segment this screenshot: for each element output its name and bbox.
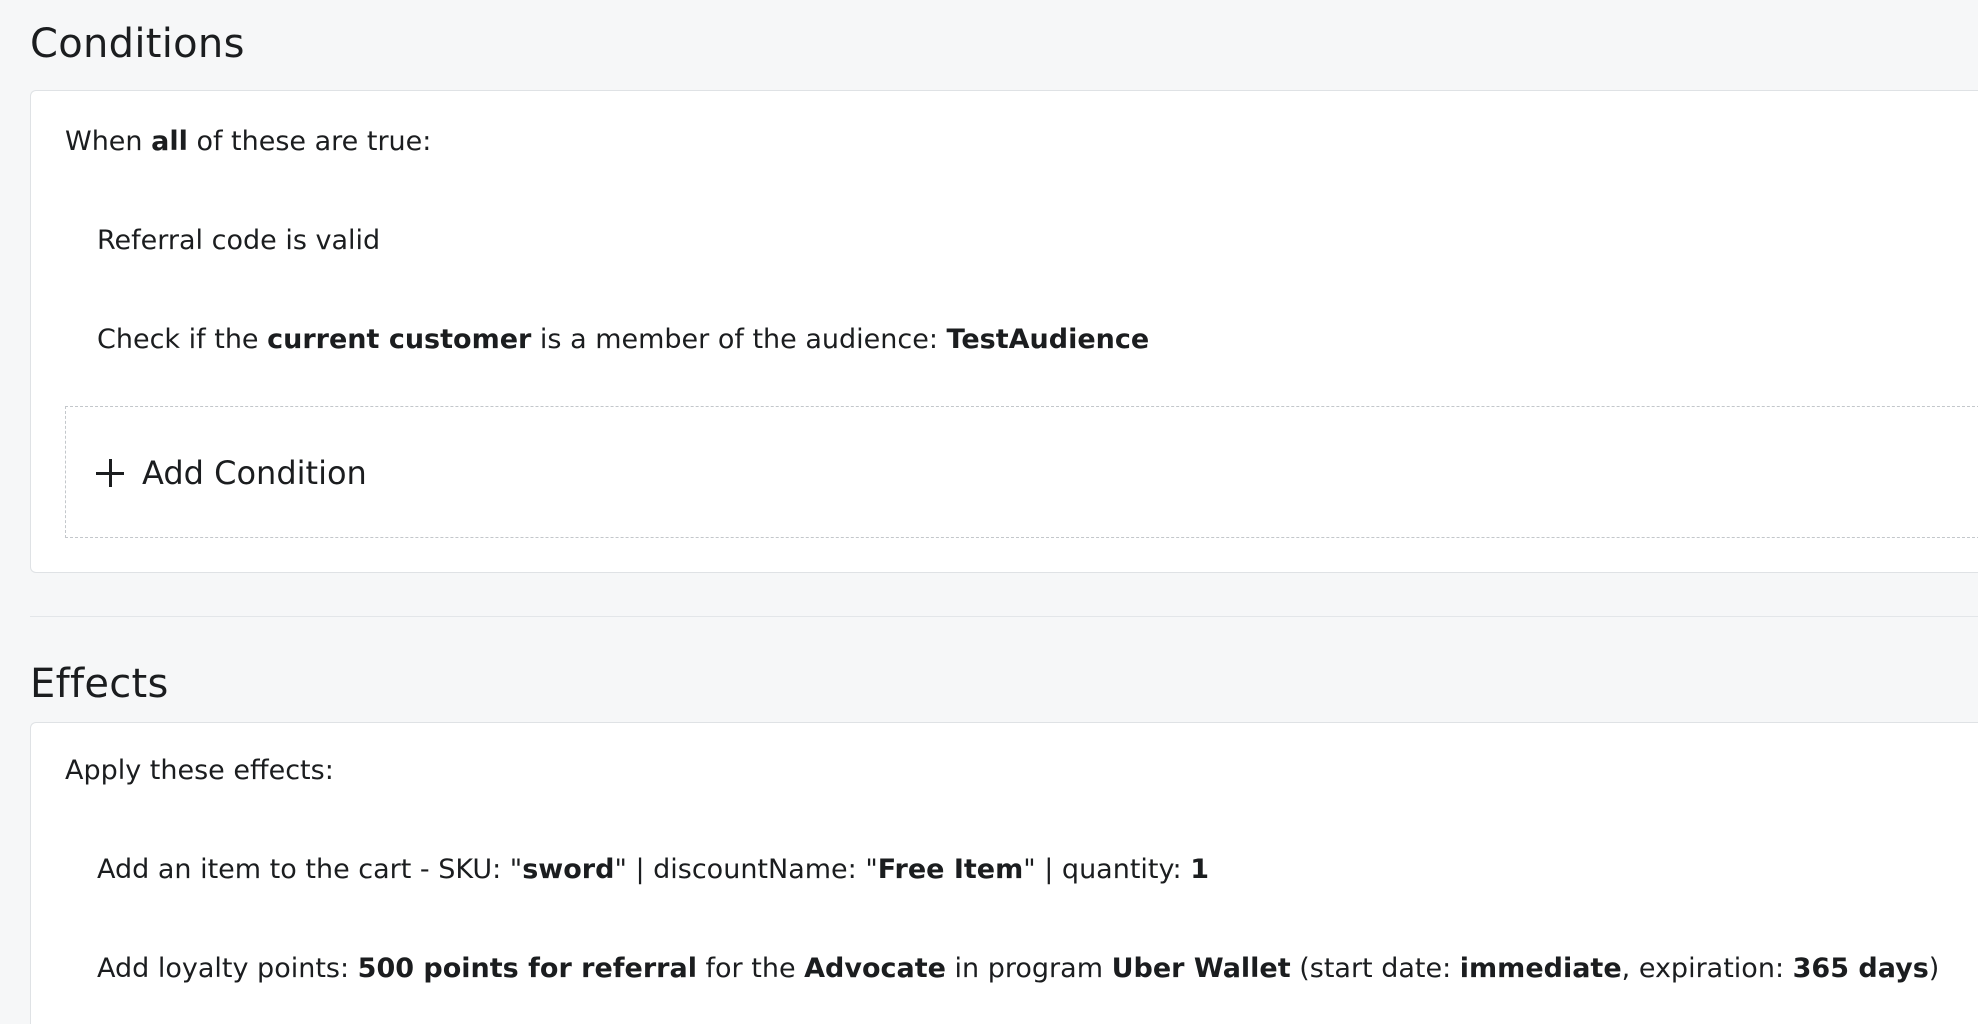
effects-heading: Effects — [30, 661, 169, 707]
condition-item-audience-membership[interactable]: Check if the current customer is a membe… — [97, 323, 1149, 357]
conditions-intro: When all of these are true: — [65, 126, 432, 157]
conditions-card: When all of these are true: Referral cod… — [30, 90, 1978, 573]
add-condition-button[interactable]: Add Condition — [65, 406, 1978, 538]
add-condition-label: Add Condition — [142, 454, 367, 492]
effects-intro: Apply these effects: — [65, 755, 334, 786]
condition-item-referral-code[interactable]: Referral code is valid — [97, 224, 380, 258]
effect-item-add-cart-item[interactable]: Add an item to the cart - SKU: "sword" |… — [97, 853, 1209, 887]
conditions-heading: Conditions — [30, 21, 245, 67]
rule-editor-page: Conditions When all of these are true: R… — [0, 0, 1978, 1024]
plus-icon — [96, 459, 124, 487]
effect-item-add-loyalty-points[interactable]: Add loyalty points: 500 points for refer… — [97, 952, 1939, 986]
effects-card: Apply these effects: Add an item to the … — [30, 722, 1978, 1024]
section-divider — [30, 616, 1978, 617]
